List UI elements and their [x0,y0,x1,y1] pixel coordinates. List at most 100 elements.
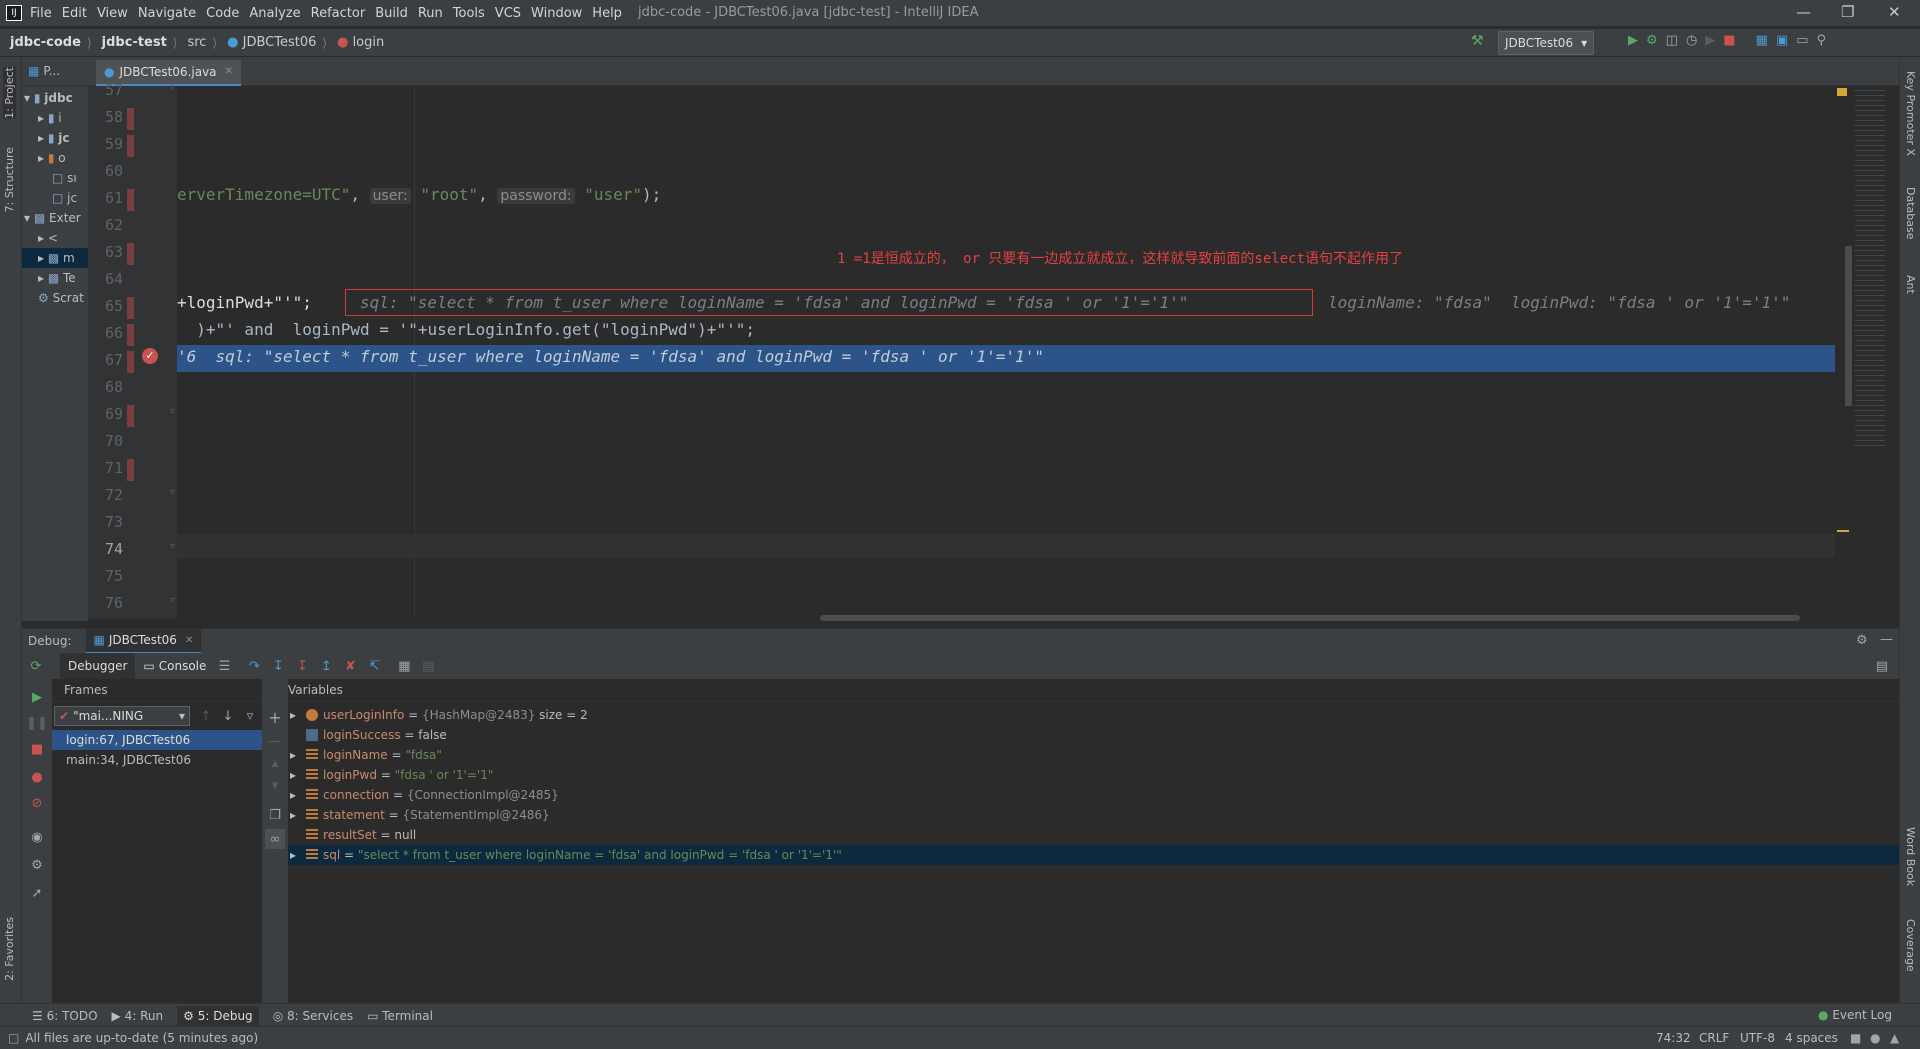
menu-tools[interactable]: Tools [453,6,485,21]
breakpoint-icon[interactable]: ✓ [142,348,158,364]
tree-item[interactable]: ⚙ Scrat [22,288,88,308]
tree-item[interactable]: ▸ ▮ jc [22,128,88,148]
fold-icon[interactable]: ▿ [170,82,175,93]
tool-word-book[interactable]: Word Book [1904,827,1917,886]
close-tab-icon[interactable]: ✕ [225,60,233,84]
drop-frame-icon[interactable]: ✘ [340,656,360,676]
tool-event-log[interactable]: ● Event Log [1818,1008,1892,1022]
tab-console[interactable]: ▭ Console [143,659,206,673]
force-step-into-icon[interactable]: ↧ [292,656,312,676]
menu-code[interactable]: Code [206,6,239,21]
minimap[interactable] [1835,86,1899,618]
inspector-icon[interactable]: ● [1870,1031,1880,1045]
tool-debug[interactable]: ⚙ 5: Debug [177,1005,259,1026]
expand-icon[interactable]: ▸ [290,788,296,802]
resume-icon[interactable]: ▶ [27,687,47,707]
expand-icon[interactable]: ▸ [290,848,296,862]
stop-debug-icon[interactable]: ■ [27,739,47,759]
menu-build[interactable]: Build [375,6,408,21]
breadcrumb-class[interactable]: ● JDBCTest06 [227,35,316,50]
expand-icon[interactable]: ▸ [290,708,296,722]
menu-refactor[interactable]: Refactor [311,6,366,21]
copy-icon[interactable]: ❐ [265,805,285,825]
coverage-icon[interactable]: ◫ [1666,33,1678,48]
run-config-select[interactable]: JDBCTest06 ▾ [1498,31,1595,55]
run-to-cursor-icon[interactable]: ↸ [364,656,384,676]
tree-item[interactable]: ▸ ▮ i [22,108,88,128]
fold-icon[interactable]: ▿ [170,406,175,417]
menu-help[interactable]: Help [592,6,622,21]
arrow-down-icon[interactable]: ↓ [218,706,238,726]
step-into-icon[interactable]: ↧ [268,656,288,676]
breadcrumb-module[interactable]: jdbc-test [102,35,167,50]
tool-coverage[interactable]: Coverage [1904,919,1917,972]
tab-debugger[interactable]: Debugger [60,653,136,679]
breadcrumb-src[interactable]: src [187,35,206,50]
layout-menu-icon[interactable]: ☰ [214,656,234,676]
tree-item[interactable]: ▸ ▩ Te [22,268,88,288]
search-everywhere-icon[interactable]: ⚲ [1816,33,1826,48]
tool-database[interactable]: Database [1904,187,1917,240]
profile-icon[interactable]: ◷ [1686,33,1697,48]
restore-icon[interactable]: ❐ [1841,3,1854,21]
tree-item[interactable]: ▾ ▩ Exter [22,208,88,228]
lock-icon[interactable]: ■ [1850,1031,1861,1045]
add-watch-icon[interactable]: + [265,707,285,727]
variable-row[interactable]: ▸ loginName = "fdsa" [288,745,1899,765]
tree-item[interactable]: ▾ ▮ jdbc [22,88,88,108]
thread-select[interactable]: ✔ "mai...NING ▾ [54,706,190,726]
variable-row[interactable]: ▸ loginPwd = "fdsa ' or '1'='1" [288,765,1899,785]
menu-run[interactable]: Run [418,6,443,21]
mute-breakpoints-icon[interactable]: ⊘ [27,793,47,813]
show-watches-icon[interactable]: ∞ [265,829,285,849]
step-over-icon[interactable]: ↷ [244,656,264,676]
presentation-icon[interactable]: ▭ [1796,33,1808,48]
horizontal-scrollbar[interactable] [820,615,1800,621]
menu-vcs[interactable]: VCS [495,6,521,21]
editor-scrollbar-thumb[interactable] [1845,246,1852,406]
tree-item[interactable]: □ sı [22,168,88,188]
code-editor[interactable]: erverTimezone=UTC", user: "root", passwo… [177,86,1835,618]
tool-project[interactable]: 1: Project [3,67,16,119]
menu-edit[interactable]: Edit [62,6,87,21]
debug-icon[interactable]: ⚙ [1646,33,1658,48]
caret-position[interactable]: 74:32 [1656,1031,1691,1045]
camera-icon[interactable]: ◉ [27,827,47,847]
tool-favorites[interactable]: 2: Favorites [3,917,16,981]
settings-gear-icon[interactable]: ⚙ [1856,633,1868,648]
menu-file[interactable]: File [30,6,52,21]
frame-item-selected[interactable]: login:67, JDBCTest06 [52,730,262,750]
debug-settings-icon[interactable]: ⚙ [27,855,47,875]
rerun-icon[interactable]: ⟳ [26,656,46,676]
file-encoding[interactable]: UTF-8 [1740,1031,1775,1045]
variable-row[interactable]: ▸ userLoginInfo = {HashMap@2483} size = 2 [288,705,1899,725]
tree-item[interactable]: ▸ ▮ o [22,148,88,168]
tool-todo[interactable]: ☰ 6: TODO [32,1009,98,1023]
notifications-icon[interactable]: ▲ [1890,1031,1899,1045]
tool-structure[interactable]: 7: Structure [3,147,16,212]
variable-row[interactable]: ▸resultSet = null [288,825,1899,845]
expand-icon[interactable]: ▸ [290,768,296,782]
tool-terminal[interactable]: ▭ Terminal [367,1009,433,1023]
line-separator[interactable]: CRLF [1699,1031,1729,1045]
filter-icon[interactable]: ▿ [240,706,260,726]
fold-icon[interactable]: ▿ [170,541,175,552]
menu-view[interactable]: View [97,6,128,21]
breadcrumb-project[interactable]: jdbc-code [10,35,81,50]
variable-row[interactable]: ▸ connection = {ConnectionImpl@2485} [288,785,1899,805]
tree-item-selected[interactable]: ▸ ▩ m [22,248,88,268]
breadcrumb-method[interactable]: ● login [337,35,384,50]
variable-row[interactable]: ▸ statement = {StatementImpl@2486} [288,805,1899,825]
fold-icon[interactable]: ▿ [170,595,175,606]
restore-layout-icon[interactable]: ▤ [1872,656,1892,676]
expand-icon[interactable]: ▸ [290,748,296,762]
variable-row[interactable]: ▸loginSuccess = false [288,725,1899,745]
tool-run[interactable]: ▶ 4: Run [112,1009,164,1023]
run-icon[interactable]: ▶ [1628,33,1638,48]
debug-session-tab[interactable]: ▦ JDBCTest06 ✕ [85,628,202,654]
menu-window[interactable]: Window [531,6,582,21]
project-structure-icon[interactable]: ▦ [1756,33,1768,48]
translate-icon[interactable]: ▣ [1776,33,1788,48]
tree-item[interactable]: ▸ < [22,228,88,248]
menu-navigate[interactable]: Navigate [138,6,196,21]
